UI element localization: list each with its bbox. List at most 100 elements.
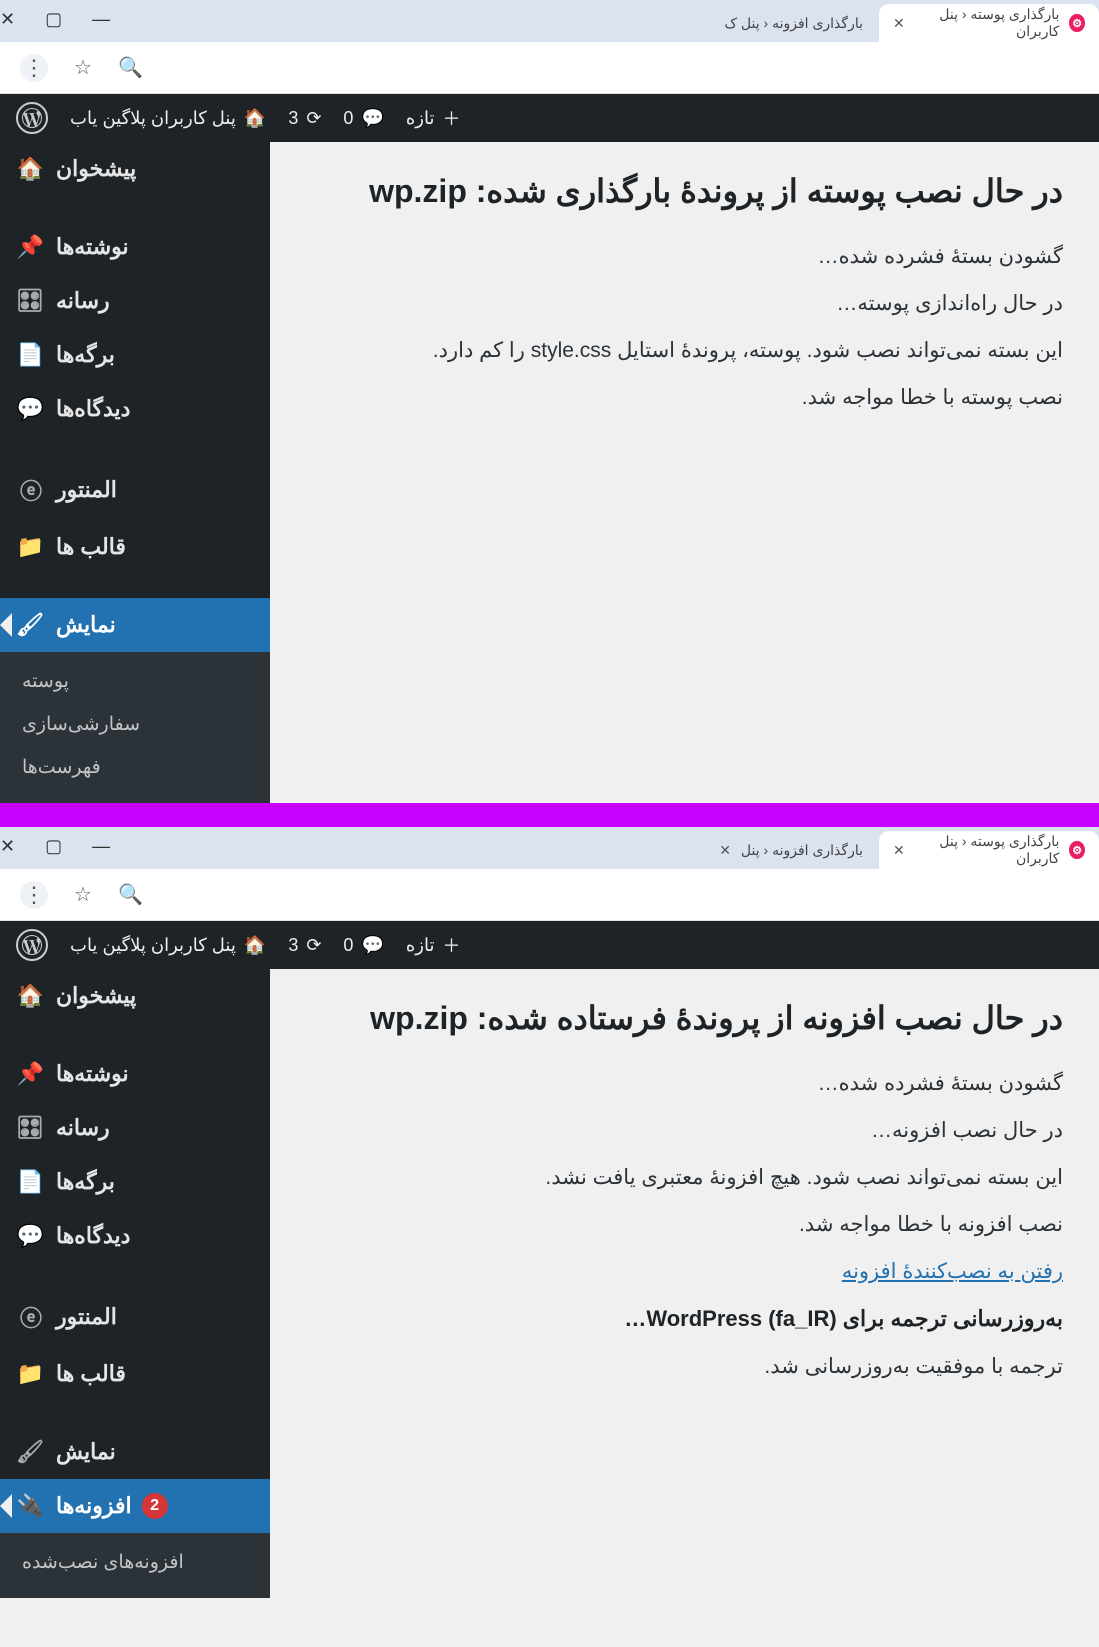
menu-icon[interactable]: ⋮ bbox=[20, 881, 48, 909]
browser-tab-active[interactable]: ⚙ بارگذاری پوسته ‹ پنل کاربران ✕ bbox=[879, 4, 1099, 42]
submenu-item[interactable]: پوسته bbox=[0, 660, 270, 703]
menu-item-pages[interactable]: برگه‌ها 📄 bbox=[0, 1155, 270, 1209]
menu-item-pages[interactable]: برگه‌ها📄 bbox=[0, 328, 270, 382]
new-label: تازه bbox=[406, 108, 435, 129]
site-name: پنل کاربران پلاگین یاب bbox=[70, 108, 236, 129]
menu-label: نمایش bbox=[56, 612, 116, 638]
menu-label: دیدگاه‌ها bbox=[56, 1223, 130, 1249]
adminbar-new[interactable]: ＋ تازه bbox=[406, 932, 461, 958]
menu-item-folder[interactable]: قالب ها📁 bbox=[0, 520, 270, 574]
browser-tab-inactive[interactable]: بارگذاری افزونه ‹ پنل ✕ bbox=[705, 831, 877, 869]
adminbar-site[interactable]: 🏠 پنل کاربران پلاگین یاب bbox=[70, 935, 266, 956]
menu-label: برگه‌ها bbox=[56, 1169, 115, 1195]
elementor-icon: ⓔ bbox=[18, 474, 44, 506]
home-icon: 🏠 bbox=[244, 935, 266, 956]
menu-item-comments[interactable]: دیدگاه‌ها💬 bbox=[0, 382, 270, 436]
plus-icon: ＋ bbox=[442, 932, 460, 958]
zoom-icon[interactable]: 🔍 bbox=[118, 55, 143, 80]
close-window-icon[interactable]: ✕ bbox=[0, 9, 15, 30]
menu-item-plug[interactable]: 2افزونه‌ها🔌 bbox=[0, 1479, 270, 1533]
menu-item-media[interactable]: رسانه🎛 bbox=[0, 274, 270, 328]
window-controls: — ▢ ✕ bbox=[0, 9, 134, 42]
updates-count: 3 bbox=[288, 935, 298, 956]
error-line: این بسته نمی‌تواند نصب شود. هیچ افزونهٔ … bbox=[306, 1165, 1063, 1190]
zoom-icon[interactable]: 🔍 bbox=[118, 882, 143, 907]
folder-icon: 📁 bbox=[18, 1361, 44, 1387]
menu-item-elementor[interactable]: المنتورⓔ bbox=[0, 1287, 270, 1347]
close-icon[interactable]: ✕ bbox=[893, 15, 905, 32]
new-label: تازه bbox=[406, 935, 435, 956]
submenu-item[interactable]: سفارشی‌سازی bbox=[0, 703, 270, 746]
submenu: پوستهسفارشی‌سازیفهرست‌ها bbox=[0, 652, 270, 803]
pin-icon: 📌 bbox=[18, 1061, 44, 1087]
menu-separator bbox=[0, 1023, 270, 1047]
submenu-item[interactable]: افزونه‌های نصب‌شده bbox=[0, 1541, 270, 1584]
menu-item-pin[interactable]: نوشته‌ها📌 bbox=[0, 220, 270, 274]
refresh-icon: ⟳ bbox=[306, 935, 321, 956]
adminbar-updates[interactable]: ⟳ 3 bbox=[288, 935, 321, 956]
maximize-icon[interactable]: ▢ bbox=[45, 836, 62, 857]
media-icon: 🎛 bbox=[18, 288, 44, 314]
plug-icon: 🔌 bbox=[18, 1493, 44, 1519]
close-icon[interactable]: ✕ bbox=[893, 842, 905, 859]
wp-content: در حال نصب افزونه از پروندهٔ فرستاده شده… bbox=[270, 969, 1099, 1598]
wordpress-logo-icon[interactable] bbox=[16, 929, 48, 961]
menu-item-elementor[interactable]: المنتورⓔ bbox=[0, 460, 270, 520]
close-window-icon[interactable]: ✕ bbox=[0, 836, 15, 857]
adminbar-updates[interactable]: ⟳ 3 bbox=[288, 108, 321, 129]
menu-item-folder[interactable]: قالب ها📁 bbox=[0, 1347, 270, 1401]
adminbar-new[interactable]: ＋ تازه bbox=[406, 105, 461, 131]
star-icon[interactable]: ☆ bbox=[74, 55, 92, 80]
menu-item-dashboard[interactable]: پیشخوان 🏠 bbox=[0, 142, 270, 196]
home-icon: 🏠 bbox=[244, 108, 266, 129]
menu-label: نوشته‌ها bbox=[56, 234, 129, 260]
gear-icon: ⚙ bbox=[1069, 841, 1085, 859]
menu-label: نمایش bbox=[56, 1439, 116, 1465]
status-line: ترجمه با موفقیت به‌روزرسانی شد. bbox=[306, 1354, 1063, 1379]
browser-toolbar: 🔍 ☆ ⋮ bbox=[0, 869, 1099, 921]
minimize-icon[interactable]: — bbox=[92, 836, 110, 857]
pages-icon: 📄 bbox=[18, 1169, 44, 1195]
page-title: در حال نصب پوسته از پروندهٔ بارگذاری شده… bbox=[306, 172, 1063, 210]
error-line: نصب پوسته با خطا مواجه شد. bbox=[306, 385, 1063, 410]
menu-item-comments[interactable]: دیدگاه‌ها💬 bbox=[0, 1209, 270, 1263]
menu-icon[interactable]: ⋮ bbox=[20, 54, 48, 82]
menu-item-brush[interactable]: نمایش🖌 bbox=[0, 598, 270, 652]
minimize-icon[interactable]: — bbox=[92, 9, 110, 30]
menu-item-dashboard[interactable]: پیشخوان🏠 bbox=[0, 969, 270, 1023]
adminbar-comments[interactable]: 💬 0 bbox=[343, 935, 383, 956]
wordpress-logo-icon[interactable] bbox=[16, 102, 48, 134]
media-icon: 🎛 bbox=[18, 1115, 44, 1141]
comments-count: 0 bbox=[343, 108, 353, 129]
maximize-icon[interactable]: ▢ bbox=[45, 9, 62, 30]
menu-item-pin[interactable]: نوشته‌ها📌 bbox=[0, 1047, 270, 1101]
menu-label: پیشخوان bbox=[56, 156, 136, 182]
gear-icon: ⚙ bbox=[1069, 14, 1085, 32]
elementor-icon: ⓔ bbox=[18, 1301, 44, 1333]
title-bar: ⚙ بارگذاری پوسته ‹ پنل کاربران ✕ بارگذار… bbox=[0, 827, 1099, 869]
browser-window-top: ⚙ بارگذاری پوسته ‹ پنل کاربران ✕ بارگذار… bbox=[0, 0, 1099, 803]
adminbar-site[interactable]: 🏠 پنل کاربران پلاگین یاب bbox=[70, 108, 266, 129]
update-badge: 2 bbox=[142, 1493, 168, 1519]
submenu-item[interactable]: فهرست‌ها bbox=[0, 746, 270, 789]
menu-item-media[interactable]: رسانه🎛 bbox=[0, 1101, 270, 1155]
menu-item-brush[interactable]: نمایش🖌 bbox=[0, 1425, 270, 1479]
menu-separator bbox=[0, 196, 270, 220]
go-to-installer-link[interactable]: رفتن به نصب‌کنندهٔ افزونه bbox=[306, 1259, 1063, 1284]
wp-content: در حال نصب پوسته از پروندهٔ بارگذاری شده… bbox=[270, 142, 1099, 803]
close-icon[interactable]: ✕ bbox=[719, 842, 731, 859]
dashboard-icon: 🏠 bbox=[18, 156, 44, 182]
wp-adminbar: 🏠 پنل کاربران پلاگین یاب ⟳ 3 💬 0 ＋ تازه bbox=[0, 94, 1099, 142]
tab-title: بارگذاری افزونه ‹ پنل bbox=[741, 842, 863, 859]
adminbar-comments[interactable]: 💬 0 bbox=[343, 108, 383, 129]
menu-label: قالب ها bbox=[56, 534, 126, 560]
browser-tab-inactive[interactable]: بارگذاری افزونه ‹ پنل ک bbox=[711, 4, 878, 42]
updates-count: 3 bbox=[288, 108, 298, 129]
comment-icon: 💬 bbox=[361, 935, 383, 956]
page-title: در حال نصب افزونه از پروندهٔ فرستاده شده… bbox=[306, 999, 1063, 1037]
browser-tab-active[interactable]: ⚙ بارگذاری پوسته ‹ پنل کاربران ✕ bbox=[879, 831, 1099, 869]
window-controls: — ▢ ✕ bbox=[0, 836, 134, 869]
star-icon[interactable]: ☆ bbox=[74, 882, 92, 907]
menu-separator bbox=[0, 1263, 270, 1287]
browser-toolbar: 🔍 ☆ ⋮ bbox=[0, 42, 1099, 94]
